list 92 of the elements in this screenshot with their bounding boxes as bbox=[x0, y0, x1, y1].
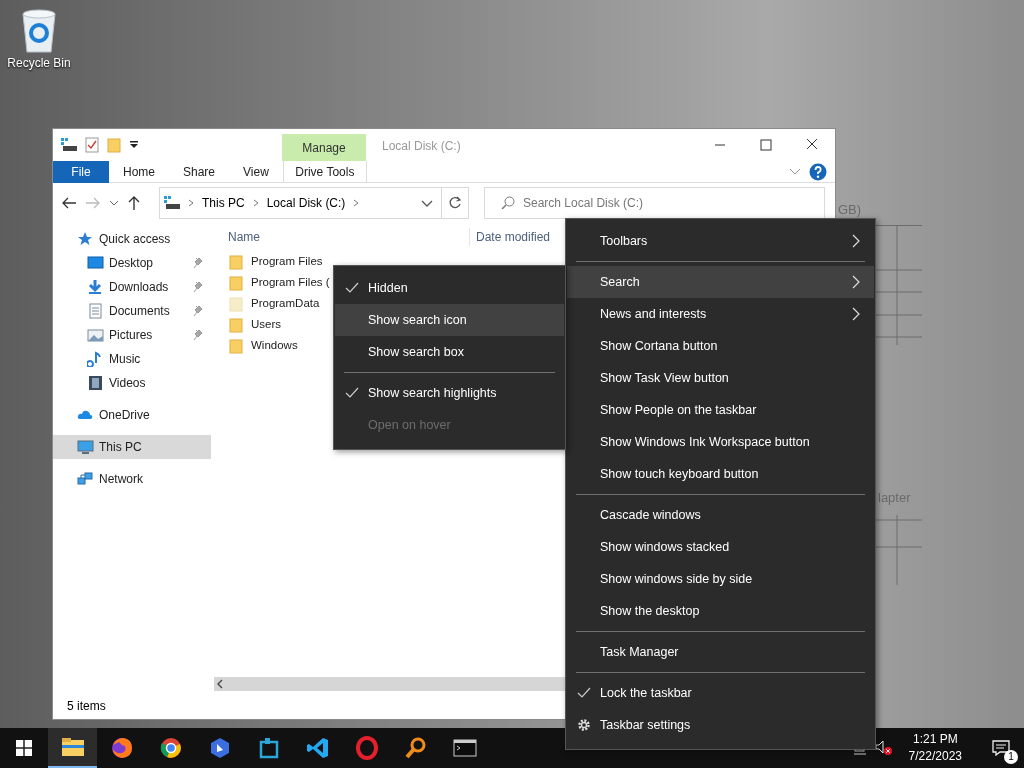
window-title: Local Disk (C:) bbox=[382, 138, 461, 155]
windows-logo-icon[interactable] bbox=[16, 740, 32, 756]
monitor-icon bbox=[87, 255, 104, 271]
notification-count: 1 bbox=[1004, 750, 1018, 764]
muted-speaker-icon[interactable] bbox=[874, 740, 893, 756]
file-name[interactable]: Program Files bbox=[251, 252, 323, 271]
recent-locations-icon[interactable] bbox=[109, 199, 119, 207]
menu-item[interactable]: Show Windows Ink Workspace button bbox=[567, 426, 874, 458]
expand-ribbon-icon[interactable] bbox=[789, 167, 801, 176]
picture-icon bbox=[87, 327, 104, 343]
search-icon bbox=[501, 196, 515, 210]
back-button[interactable] bbox=[61, 197, 77, 209]
ribbon-tab[interactable]: Share bbox=[169, 160, 230, 183]
refresh-button[interactable] bbox=[448, 196, 462, 210]
download-arrow-icon bbox=[87, 279, 104, 295]
menu-item[interactable]: Show search box bbox=[335, 336, 564, 368]
menu-item[interactable]: Cascade windows bbox=[567, 499, 874, 531]
up-button[interactable] bbox=[127, 195, 141, 211]
breadcrumb[interactable]: Local Disk (C:) bbox=[266, 194, 346, 212]
ring-icon bbox=[354, 736, 379, 760]
menu-item[interactable]: Show search icon bbox=[335, 304, 564, 336]
menu-item[interactable]: Show People on the taskbar bbox=[567, 394, 874, 426]
file-name[interactable]: Windows bbox=[251, 336, 298, 355]
folder-icon bbox=[60, 735, 85, 759]
nav-item[interactable]: This PC bbox=[53, 435, 211, 459]
nav-item[interactable]: OneDrive bbox=[53, 403, 211, 427]
menu-item[interactable]: Show windows side by side bbox=[567, 563, 874, 595]
recycle-bin-icon[interactable] bbox=[19, 8, 59, 54]
clock[interactable]: 1:21 PM 7/22/2023 bbox=[900, 731, 970, 765]
desktop-icon-label[interactable]: Recycle Bin bbox=[7, 54, 71, 72]
network-icon bbox=[77, 471, 94, 487]
star-icon bbox=[77, 231, 94, 247]
ribbon-tab[interactable]: Drive Tools bbox=[282, 160, 367, 183]
menu-item[interactable]: Lock the taskbar bbox=[567, 677, 874, 709]
chevron-right-icon bbox=[852, 234, 860, 248]
terminal-icon bbox=[452, 736, 477, 760]
ribbon-tab[interactable]: View bbox=[229, 160, 283, 183]
document-icon bbox=[87, 303, 104, 319]
column-header[interactable]: Date modified bbox=[469, 228, 551, 246]
menu-item[interactable]: Show Cortana button bbox=[567, 330, 874, 362]
gear-icon bbox=[577, 718, 591, 732]
drive-icon bbox=[61, 138, 77, 152]
customize-dropdown-icon[interactable] bbox=[129, 140, 139, 150]
menu-item[interactable]: Taskbar settings bbox=[567, 709, 874, 741]
nav-item[interactable]: Network bbox=[53, 467, 211, 491]
context-tab-group: Manage bbox=[282, 134, 366, 161]
menu-item[interactable]: News and interests bbox=[567, 298, 874, 330]
menu-item[interactable]: Show search highlights bbox=[335, 377, 564, 409]
breadcrumb-separator-icon[interactable] bbox=[252, 199, 259, 207]
menu-item[interactable]: Show windows stacked bbox=[567, 531, 874, 563]
music-note-icon bbox=[87, 351, 104, 367]
column-header[interactable]: Name bbox=[214, 228, 469, 246]
taskbar-app-button[interactable] bbox=[48, 728, 97, 768]
file-name[interactable]: ProgramData bbox=[251, 294, 320, 313]
status-text: 5 items bbox=[66, 698, 107, 715]
chevron-right-icon bbox=[852, 307, 860, 321]
magnifier-icon bbox=[403, 736, 428, 760]
code-editor-icon bbox=[305, 736, 330, 760]
chevron-right-icon bbox=[852, 275, 860, 289]
nav-item[interactable]: Videos bbox=[53, 371, 211, 395]
menu-item[interactable]: Hidden bbox=[335, 272, 564, 304]
menu-item[interactable]: Show Task View button bbox=[567, 362, 874, 394]
help-icon[interactable] bbox=[809, 162, 827, 181]
nav-item[interactable]: Desktop bbox=[53, 251, 211, 275]
computer-icon bbox=[77, 439, 94, 455]
address-dropdown-icon[interactable] bbox=[421, 199, 433, 208]
file-name[interactable]: Users bbox=[251, 315, 282, 334]
fox-globe-icon bbox=[109, 736, 134, 760]
notification-icon bbox=[992, 740, 1010, 756]
menu-item[interactable]: Search bbox=[567, 266, 874, 298]
film-icon bbox=[87, 375, 104, 391]
drive-icon bbox=[164, 196, 180, 210]
ribbon-tab[interactable]: File bbox=[53, 160, 109, 183]
menu-item[interactable]: Task Manager bbox=[567, 636, 874, 668]
action-center-button[interactable]: 1 bbox=[978, 728, 1024, 768]
address-bar[interactable]: This PC Local Disk (C:) bbox=[159, 187, 469, 219]
background-text: GB) bbox=[838, 201, 862, 219]
properties-icon[interactable] bbox=[85, 137, 99, 153]
breadcrumb[interactable]: This PC bbox=[202, 194, 245, 212]
nav-item[interactable]: Quick access bbox=[53, 227, 211, 251]
menu-item[interactable]: Toolbars bbox=[567, 225, 874, 257]
menu-item[interactable]: Show the desktop bbox=[567, 595, 874, 627]
breadcrumb-separator-icon[interactable] bbox=[188, 199, 194, 207]
ribbon-tab[interactable]: Home bbox=[109, 160, 169, 183]
menu-item[interactable]: Show touch keyboard button bbox=[567, 458, 874, 490]
nav-item[interactable]: Documents bbox=[53, 299, 211, 323]
circle-logo-icon bbox=[158, 736, 183, 760]
file-name[interactable]: Program Files ( bbox=[251, 273, 330, 292]
breadcrumb-separator-icon[interactable] bbox=[353, 199, 360, 207]
nav-item[interactable]: Downloads bbox=[53, 275, 211, 299]
nav-item[interactable]: Music bbox=[53, 347, 211, 371]
nav-item[interactable]: Pictures bbox=[53, 323, 211, 347]
